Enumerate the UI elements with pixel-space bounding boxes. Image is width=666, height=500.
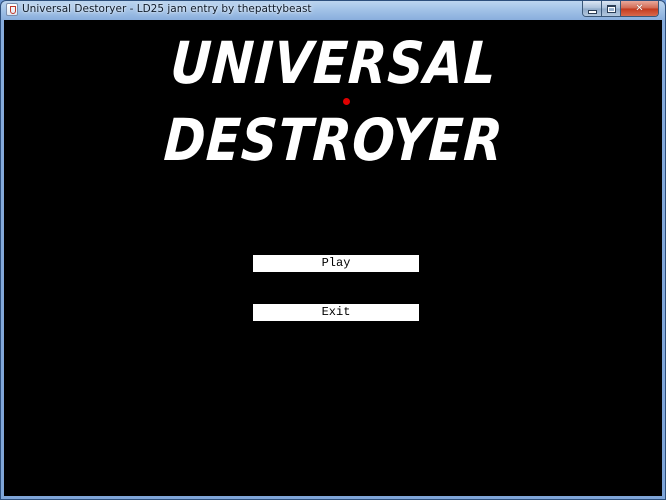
game-logo-line-2: DESTROYER xyxy=(162,106,506,174)
game-logo-line-1: UNIVERSAL xyxy=(168,29,499,97)
red-dot-marker xyxy=(343,98,350,105)
minimize-button[interactable] xyxy=(583,1,602,16)
minimize-icon xyxy=(587,9,597,14)
close-icon: ✕ xyxy=(635,3,644,14)
game-canvas[interactable]: UNIVERSAL DESTROYER Play Exit xyxy=(4,20,662,496)
title-bar[interactable]: Universal Destoryer - LD25 jam entry by … xyxy=(1,1,665,19)
maximize-button[interactable] xyxy=(602,1,621,16)
close-button[interactable]: ✕ xyxy=(621,1,658,16)
app-window: Universal Destoryer - LD25 jam entry by … xyxy=(0,0,666,500)
java-app-icon[interactable] xyxy=(6,3,18,16)
exit-button[interactable]: Exit xyxy=(253,304,419,321)
maximize-icon xyxy=(606,4,616,13)
window-title: Universal Destoryer - LD25 jam entry by … xyxy=(22,3,312,15)
play-button[interactable]: Play xyxy=(253,255,419,272)
caption-buttons: ✕ xyxy=(582,1,659,17)
